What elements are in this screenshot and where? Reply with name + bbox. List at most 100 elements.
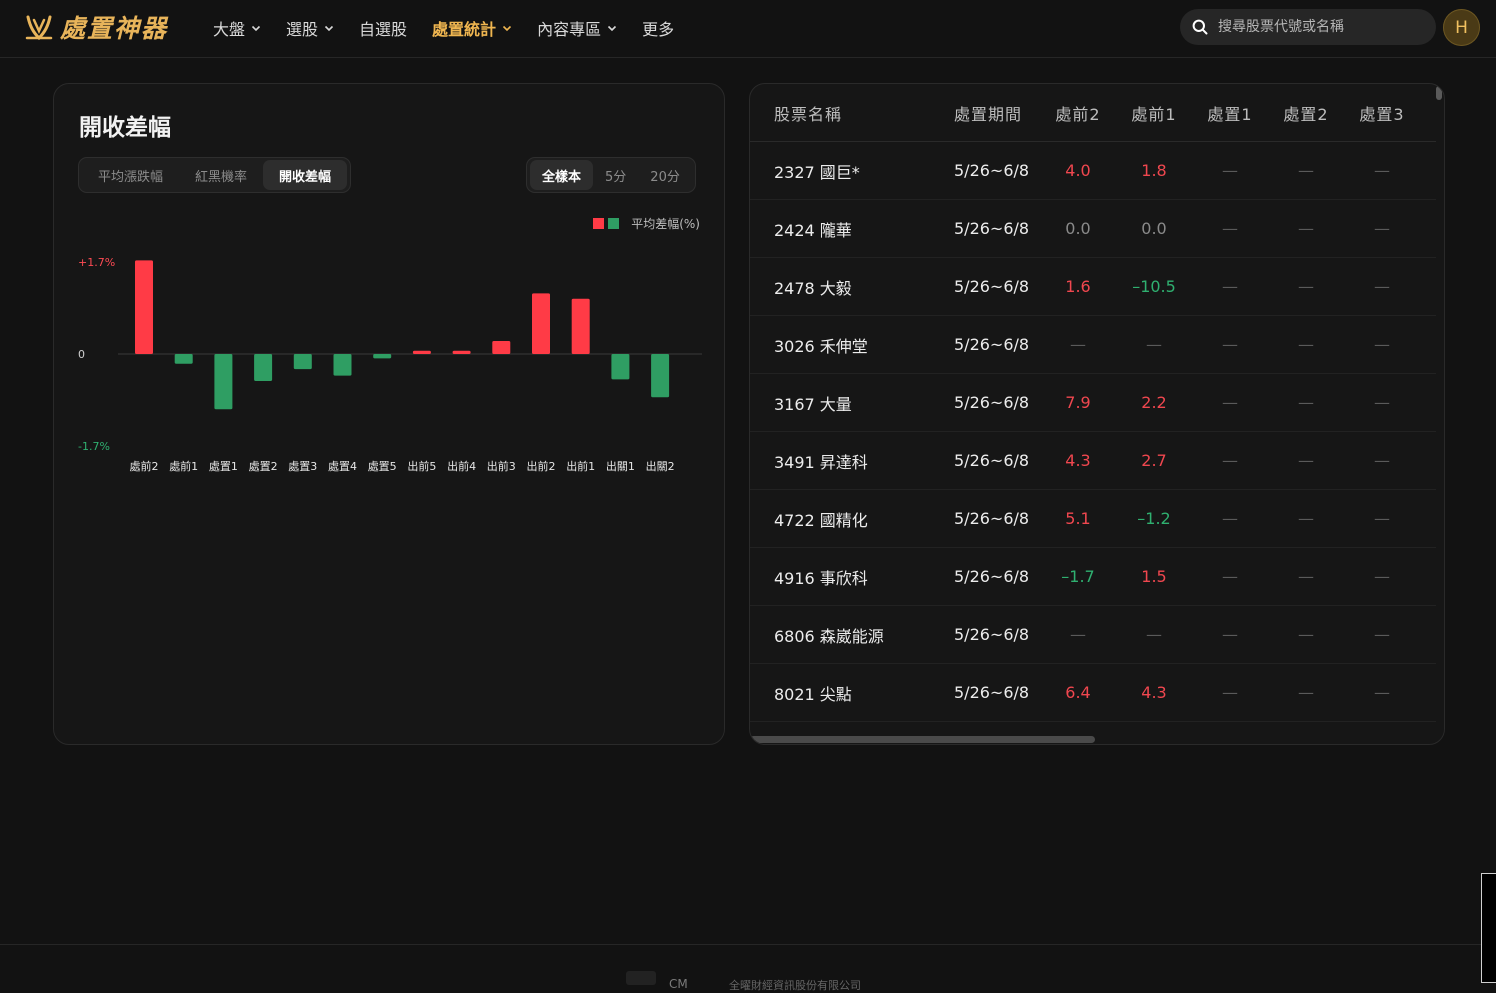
metric-tabs: 平均漲跌幅 紅黑機率 開收差幅 — [78, 157, 352, 193]
stock-name-cell[interactable]: 8021 尖點 — [750, 681, 930, 705]
stock-name-cell[interactable]: 4916 事欣科 — [750, 565, 930, 589]
x-tick-label: 出前1 — [566, 459, 595, 473]
column-header[interactable]: 處置期間 — [930, 101, 1040, 125]
value-cell: 1.5 — [1141, 567, 1167, 586]
value-cell: 4.3 — [1141, 683, 1167, 702]
column-header[interactable]: 處前1 — [1116, 101, 1192, 125]
search-box[interactable] — [1180, 9, 1436, 45]
bar-11[interactable] — [571, 298, 590, 354]
bar-9[interactable] — [492, 341, 511, 354]
column-header[interactable]: 處置2 — [1268, 101, 1344, 125]
sample-tab-2[interactable]: 20分 — [638, 160, 692, 190]
search-input[interactable] — [1216, 18, 1420, 36]
table-row[interactable]: 2327 國巨* 5/26~6/8 4.0 1.8 — — — — [750, 142, 1436, 200]
chevron-down-icon — [251, 25, 261, 32]
stock-name-cell[interactable]: 3026 禾伸堂 — [750, 333, 930, 357]
metric-tab-2[interactable]: 開收差幅 — [263, 160, 348, 190]
bar-6[interactable] — [373, 354, 392, 359]
value-cell: 3.3 — [1192, 741, 1268, 744]
value-cell: — — [1374, 625, 1390, 644]
nav-item-3[interactable]: 處置統計 — [432, 16, 512, 40]
column-header[interactable]: 處置1 — [1192, 101, 1268, 125]
brand-logo[interactable]: 處置神器 — [24, 10, 168, 44]
bar-2[interactable] — [214, 354, 233, 410]
period-cell: 5/26~6/8 — [954, 219, 1030, 238]
value-cell: — — [1222, 219, 1238, 238]
diff-bar-chart: +1.7% 0 -1.7% 處前2 處前1 處置1 處置2 處置3 處置4 處置5 出前5 出前4 出前… — [78, 256, 702, 473]
value-cell: — — [1146, 335, 1162, 354]
nav-item-2[interactable]: 自選股 — [359, 16, 407, 40]
stock-name-cell[interactable]: 4722 國精化 — [750, 507, 930, 531]
value-cell: — — [1222, 625, 1238, 644]
user-avatar[interactable]: H — [1443, 9, 1480, 46]
bar-5[interactable] — [333, 354, 352, 376]
value-cell: 5.1 — [1065, 509, 1091, 528]
value-cell: — — [1222, 683, 1238, 702]
column-header[interactable]: 股票名稱 — [750, 101, 930, 125]
bar-0[interactable] — [135, 260, 153, 354]
nav-item-0[interactable]: 大盤 — [213, 16, 261, 40]
period-cell: 5/26~6/8 — [954, 161, 1030, 180]
search-icon — [1192, 19, 1208, 35]
value-cell: — — [1298, 161, 1314, 180]
x-tick-label: 出關2 — [646, 459, 675, 473]
value-cell: 4.3 — [1065, 451, 1091, 470]
metric-tab-0[interactable]: 平均漲跌幅 — [82, 160, 179, 190]
table-header: 股票名稱 處置期間 處前2 處前1 處置1 處置2 處置3 — [750, 84, 1436, 142]
nav-item-5[interactable]: 更多 — [642, 16, 674, 40]
vertical-scroll-thumb[interactable] — [1436, 86, 1442, 100]
table-row[interactable]: 3026 禾伸堂 5/26~6/8 — — — — — — [750, 316, 1436, 374]
side-widget[interactable] — [1481, 873, 1496, 983]
value-cell: — — [1268, 741, 1344, 744]
value-cell: — — [1222, 451, 1238, 470]
bar-12[interactable] — [611, 354, 630, 380]
bar-13[interactable] — [651, 354, 670, 398]
stock-name-cell[interactable]: 2478 大毅 — [750, 275, 930, 299]
y-tick-label: -1.7% — [78, 440, 110, 453]
value-cell: — — [1222, 277, 1238, 296]
value-cell: — — [1374, 161, 1390, 180]
nav-item-label: 選股 — [286, 20, 319, 39]
table-row[interactable]: 2478 大毅 5/26~6/8 1.6 –10.5 — — — — [750, 258, 1436, 316]
sample-tab-1[interactable]: 5分 — [593, 160, 638, 190]
diff-chart-card: 開收差幅 平均漲跌幅 紅黑機率 開收差幅 全樣本 5分 20分 平均差幅(%) +1.7… — [53, 83, 725, 745]
x-tick-label: 處置2 — [249, 459, 278, 473]
table-viewport[interactable]: 股票名稱 處置期間 處前2 處前1 處置1 處置2 處置3 2327 國巨* 5/26~6/8 4… — [750, 84, 1436, 744]
value-cell: 6.4 — [1065, 683, 1091, 702]
table-row[interactable]: 3491 昇達科 5/26~6/8 4.3 2.7 — — — — [750, 432, 1436, 490]
bar-8[interactable] — [452, 350, 471, 354]
metric-tab-1[interactable]: 紅黑機率 — [179, 160, 263, 190]
x-tick-label: 處置5 — [368, 459, 397, 473]
table-row[interactable]: 8021 尖點 5/26~6/8 6.4 4.3 — — — — [750, 664, 1436, 722]
bar-7[interactable] — [412, 350, 431, 354]
sample-tab-0[interactable]: 全樣本 — [530, 160, 594, 190]
bar-3[interactable] — [254, 354, 273, 382]
x-tick-label: 出關1 — [606, 459, 635, 473]
table-row[interactable]: 4722 國精化 5/26~6/8 5.1 –1.2 — — — — [750, 490, 1436, 548]
horizontal-scroll-thumb[interactable] — [750, 736, 1095, 743]
stock-name-cell[interactable]: 3491 昇達科 — [750, 449, 930, 473]
bar-1[interactable] — [174, 354, 193, 364]
bar-10[interactable] — [532, 293, 550, 354]
table-row[interactable]: 3167 大量 5/26~6/8 7.9 2.2 — — — — [750, 374, 1436, 432]
vertical-scrollbar[interactable] — [1436, 84, 1444, 744]
column-header[interactable]: 處置3 — [1344, 101, 1420, 125]
table-row[interactable]: 6806 森崴能源 5/26~6/8 — — — — — — [750, 606, 1436, 664]
column-header[interactable]: 處前2 — [1040, 101, 1116, 125]
table-row[interactable]: 4916 事欣科 5/26~6/8 –1.7 1.5 — — — — [750, 548, 1436, 606]
stock-name-cell[interactable]: 6806 森崴能源 — [750, 623, 930, 647]
bar-4[interactable] — [293, 354, 312, 370]
table-row[interactable]: 2424 隴華 5/26~6/8 0.0 0.0 — — — — [750, 200, 1436, 258]
stock-name-cell[interactable]: 2424 隴華 — [750, 217, 930, 241]
x-tick-label: 處置3 — [288, 459, 317, 473]
value-cell: — — [1374, 683, 1390, 702]
value-cell: — — [1374, 451, 1390, 470]
nav-item-4[interactable]: 內容專區 — [537, 16, 617, 40]
value-cell: 2.2 — [1141, 393, 1167, 412]
nav-item-1[interactable]: 選股 — [286, 16, 334, 40]
period-cell: 5/26~6/8 — [954, 451, 1030, 470]
stock-table-card: 股票名稱 處置期間 處前2 處前1 處置1 處置2 處置3 2327 國巨* 5/26~6/8 4… — [749, 83, 1445, 745]
stock-name-cell[interactable]: 3167 大量 — [750, 391, 930, 415]
x-tick-label: 出前3 — [487, 459, 516, 473]
stock-name-cell[interactable]: 2327 國巨* — [750, 159, 930, 183]
